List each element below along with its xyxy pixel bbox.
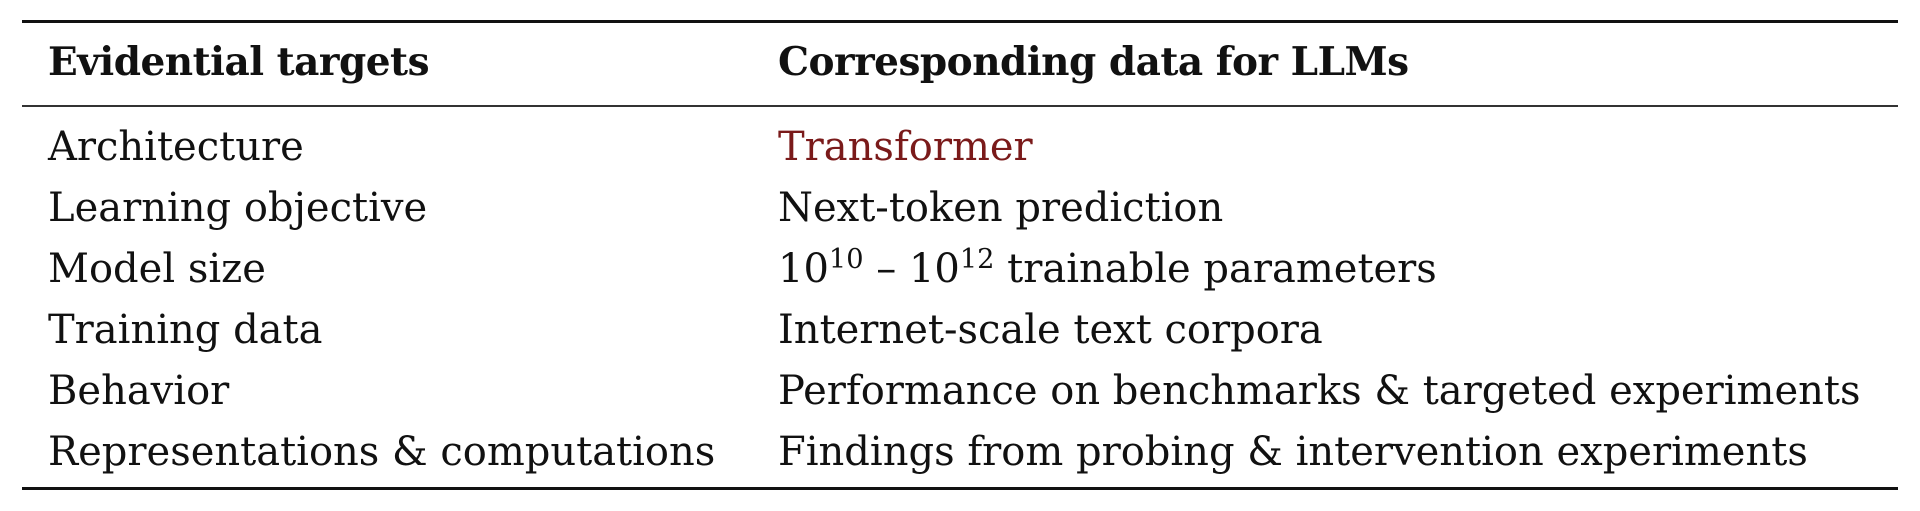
range-dash: – (863, 246, 909, 292)
table-row-target: Representations & computations (48, 429, 716, 475)
table-row-target: Training data (48, 307, 323, 353)
base-2: 10 (908, 246, 960, 292)
table-row-target: Architecture (48, 124, 304, 170)
table-row-data-model-size: 1010 – 1012 trainable parameters (778, 245, 1437, 293)
exponent-1: 10 (828, 244, 864, 276)
table-bottom-rule (22, 487, 1898, 490)
table-top-rule (22, 20, 1898, 23)
table-row-target: Learning objective (48, 185, 428, 231)
table-row-data: Internet-scale text corpora (778, 307, 1323, 353)
table-row-target: Behavior (48, 368, 230, 414)
exponent-2: 12 (959, 244, 995, 276)
table-header-rule (22, 105, 1898, 107)
table-row-data: Findings from probing & intervention exp… (778, 429, 1808, 475)
model-size-rest: trainable parameters (994, 246, 1437, 292)
column-header-evidential-targets: Evidential targets (48, 39, 430, 85)
table-row-data: Performance on benchmarks & targeted exp… (778, 368, 1861, 414)
table-row-target: Model size (48, 246, 266, 292)
base-1: 10 (778, 246, 829, 292)
column-header-corresponding-data: Corresponding data for LLMs (778, 39, 1409, 85)
table-row-data: Next-token prediction (778, 185, 1224, 231)
table-row-data-accent: Transformer (778, 124, 1033, 170)
